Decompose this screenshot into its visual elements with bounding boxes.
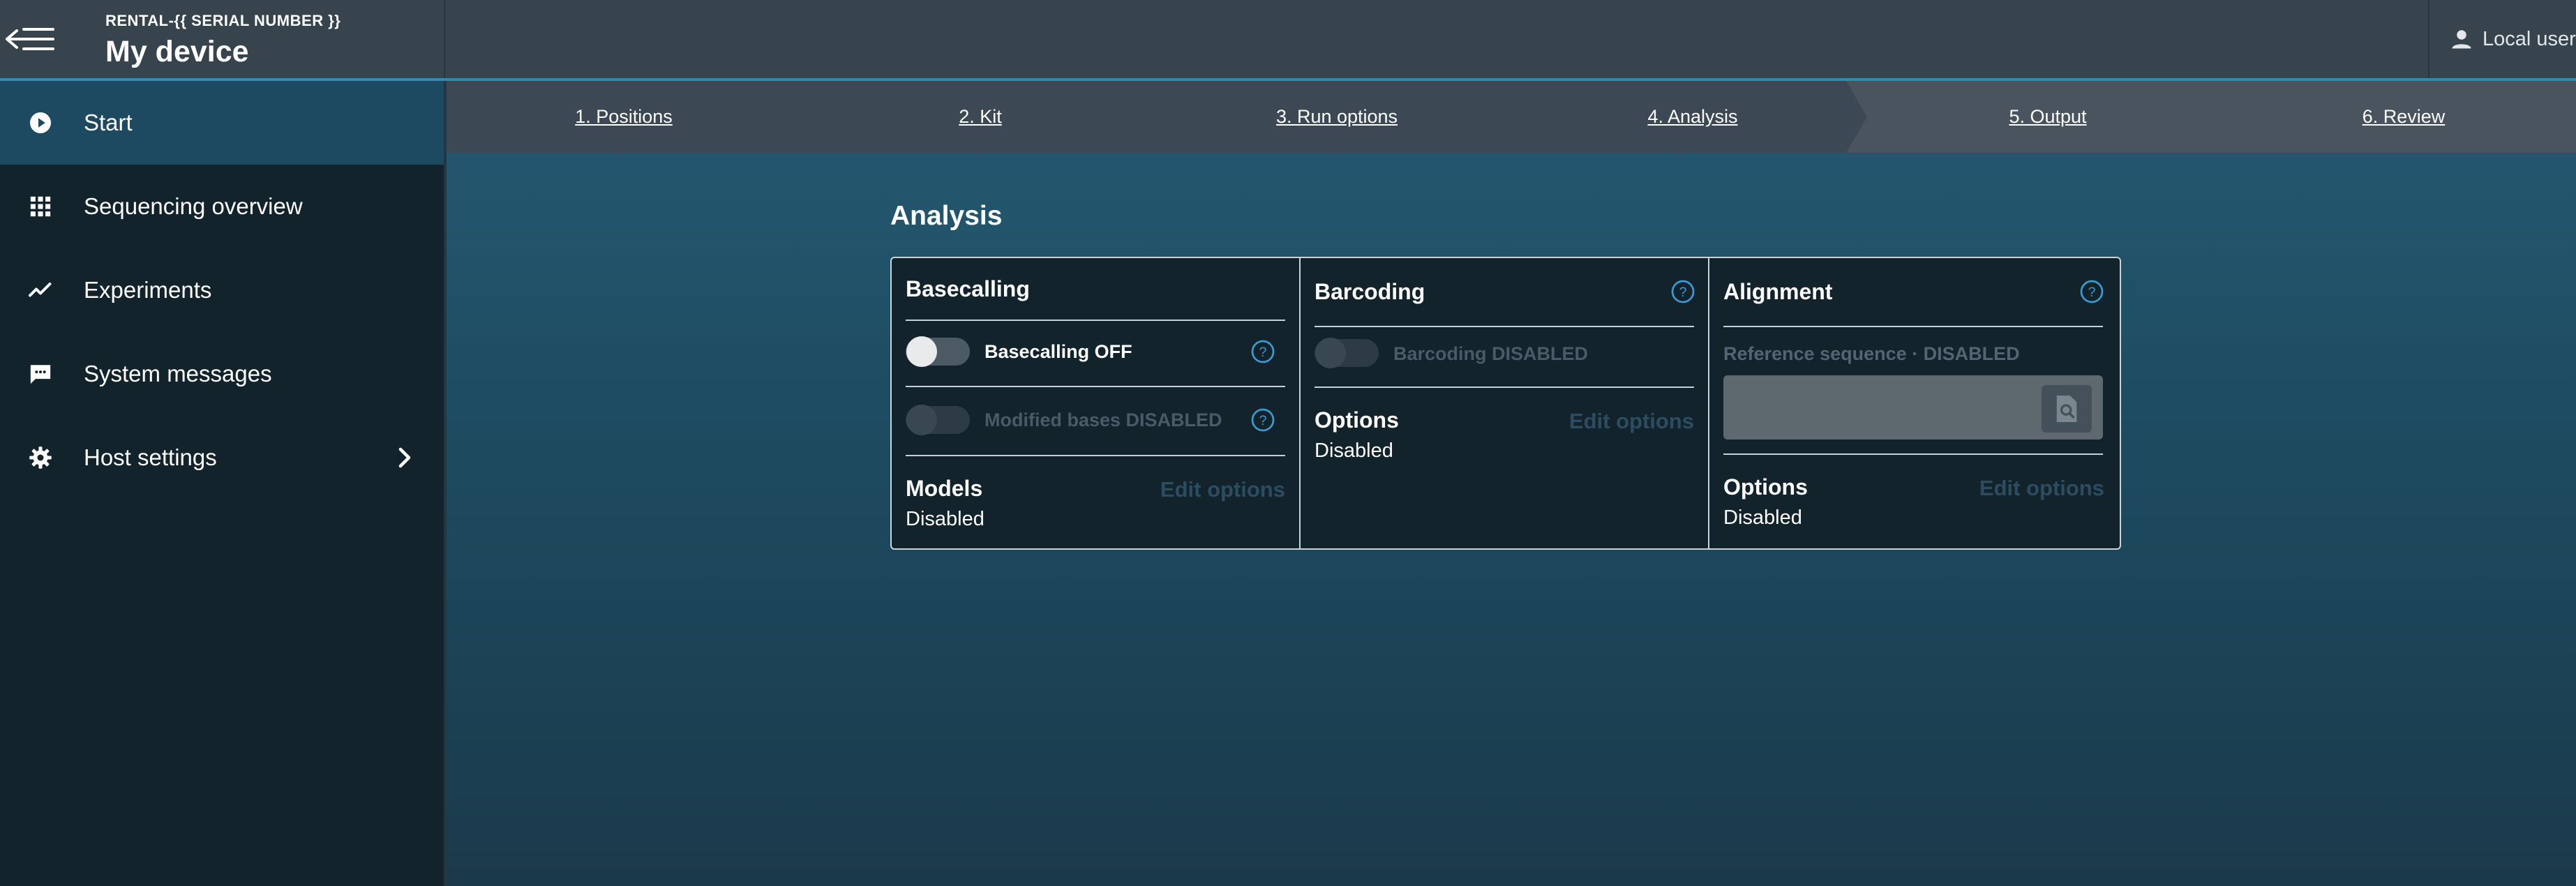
basecalling-toggle[interactable] [906,336,970,367]
browse-reference-button [2042,385,2092,433]
gear-icon [28,445,53,470]
sidebar-item-host-settings[interactable]: Host settings [0,416,444,500]
page-title: Analysis [890,201,1003,231]
reference-sequence-input [1723,375,2103,440]
divider [906,320,1285,321]
step-analysis[interactable]: 4. Analysis [1647,81,1737,153]
play-circle-icon [28,110,53,135]
device-header: RENTAL-{{ SERIAL NUMBER }} My device [0,0,445,78]
step-positions[interactable]: 1. Positions [575,81,673,153]
divider [906,386,1285,387]
step-output[interactable]: 5. Output [2009,81,2086,153]
svg-text:?: ? [1259,345,1267,360]
sidebar-item-sequencing-overview[interactable]: Sequencing overview [0,165,444,248]
divider [906,455,1285,456]
barcoding-toggle-label: Barcoding DISABLED [1393,343,1589,364]
top-bar: RENTAL-{{ SERIAL NUMBER }} My device Loc… [0,0,2576,81]
svg-text:?: ? [1679,285,1687,300]
divider [1315,326,1694,327]
device-title: My device [105,35,249,68]
basecalling-section: Basecalling Basecalling OFF ? Modified b… [892,258,1301,548]
barcoding-edit-options: Edit options [1568,409,1694,433]
sidebar-item-label: Experiments [84,277,212,303]
device-serial: RENTAL-{{ SERIAL NUMBER }} [105,12,341,29]
toggle-knob [906,336,937,367]
barcoding-options-title: Options [1315,407,1399,433]
user-label: Local user [2483,27,2576,50]
grid-icon [28,194,53,219]
toggle-knob [906,405,937,435]
barcoding-toggle [1315,338,1379,368]
alignment-options-value: Disabled [1723,506,1802,529]
sidebar-item-label: Host settings [84,444,217,470]
sidebar: Start Sequencing overview Experiments Sy… [0,81,445,886]
reference-sequence-label: Reference sequence · DISABLED [1723,343,2020,364]
barcoding-options-value: Disabled [1315,440,1393,462]
divider [1723,453,2103,455]
sidebar-item-label: System messages [84,361,272,386]
step-run-options[interactable]: 3. Run options [1276,81,1398,153]
sidebar-item-experiments[interactable]: Experiments [0,248,444,332]
models-title: Models [906,476,983,501]
analysis-panel: Basecalling Basecalling OFF ? Modified b… [890,257,2121,550]
svg-text:?: ? [1259,413,1267,428]
help-icon[interactable]: ? [2079,279,2104,304]
basecalling-toggle-label: Basecalling OFF [984,341,1132,362]
chevron-right-icon [392,445,417,470]
file-search-icon [2056,396,2077,422]
sidebar-item-system-messages[interactable]: System messages [0,332,444,416]
models-value: Disabled [906,508,984,530]
main-content: 1. Positions 2. Kit 3. Run options 4. An… [447,81,2576,886]
barcoding-section: Barcoding ? Barcoding DISABLED Options E… [1301,258,1709,548]
alignment-section: Alignment ? Reference sequence · DISABLE… [1709,258,2120,548]
help-icon[interactable]: ? [1670,279,1695,304]
divider [1723,326,2103,327]
toggle-knob [1315,338,1346,368]
basecalling-title: Basecalling [906,276,1030,301]
alignment-options-title: Options [1723,474,1808,500]
svg-text:?: ? [2088,285,2096,300]
help-icon[interactable]: ? [1250,407,1275,433]
step-review[interactable]: 6. Review [2362,81,2446,153]
sidebar-item-label: Start [84,110,133,135]
alignment-title: Alignment [1723,279,1833,304]
modified-bases-label: Modified bases DISABLED [984,410,1222,430]
step-kit[interactable]: 2. Kit [959,81,1002,153]
user-menu[interactable]: Local user [2428,0,2576,78]
divider [1315,386,1694,388]
models-edit-options: Edit options [1160,477,1285,502]
chat-icon [28,361,53,386]
collapse-menu-button[interactable] [4,21,56,57]
help-icon[interactable]: ? [1250,339,1275,364]
sidebar-item-start[interactable]: Start [0,81,444,165]
trend-line-icon [28,278,53,303]
alignment-edit-options: Edit options [1979,476,2104,500]
sidebar-item-label: Sequencing overview [84,193,303,219]
user-icon [2452,30,2471,49]
modified-bases-toggle [906,405,970,435]
stepper: 1. Positions 2. Kit 3. Run options 4. An… [447,81,2576,153]
menu-collapse-icon [6,28,54,50]
barcoding-title: Barcoding [1315,279,1425,304]
